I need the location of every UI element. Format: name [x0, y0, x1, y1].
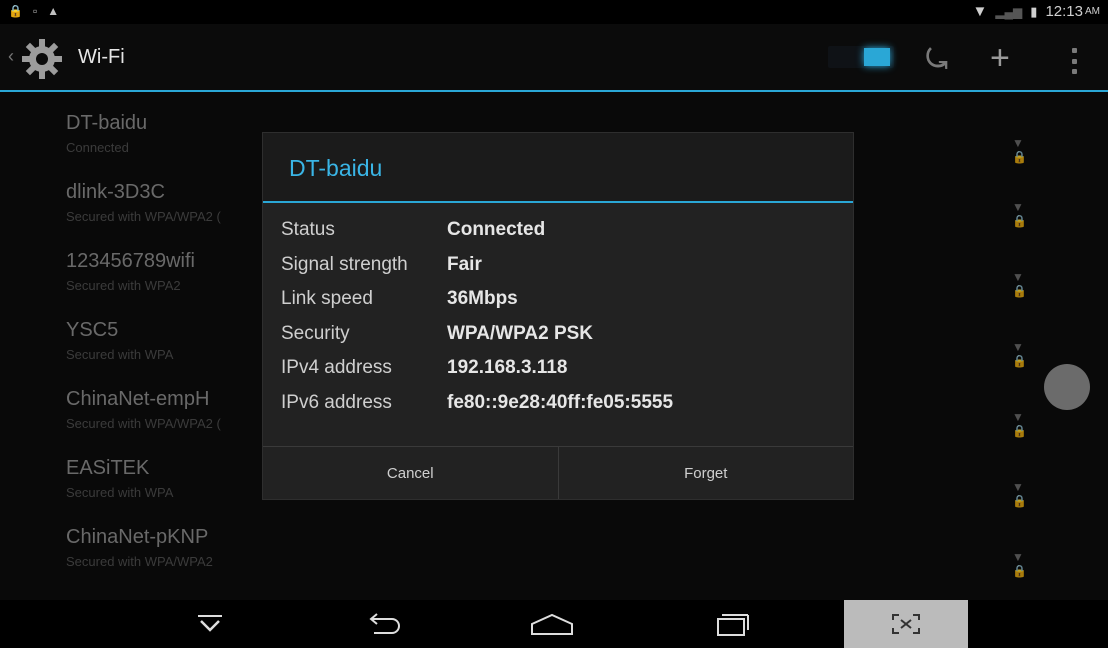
cell-signal-icon: ▂▄▆	[995, 4, 1023, 19]
dialog-body: Status Connected Signal strength Fair Li…	[263, 203, 853, 420]
hide-keyboard-button[interactable]	[180, 608, 240, 640]
clock-time: 12:13	[1045, 3, 1083, 20]
toggle-knob	[864, 48, 890, 66]
detail-value: fe80::9e28:40ff:fe05:5555	[447, 391, 674, 413]
detail-row-ipv6: IPv6 address fe80::9e28:40ff:fe05:5555	[263, 386, 853, 421]
status-system: ▼ ▂▄▆ ▮ 12:13 AM	[972, 3, 1100, 20]
detail-row-signal-strength: Signal strength Fair	[263, 248, 853, 283]
settings-gear-icon[interactable]	[20, 37, 64, 81]
home-icon	[531, 613, 573, 635]
detail-row-ipv4: IPv4 address 192.168.3.118	[263, 351, 853, 386]
network-details-dialog: DT-baidu Status Connected Signal strengt…	[262, 132, 854, 500]
overflow-menu-icon[interactable]	[1072, 48, 1078, 74]
dialog-buttons: Cancel Forget	[263, 446, 853, 499]
detail-value: Fair	[447, 253, 482, 275]
back-arrow-icon	[369, 613, 400, 634]
detail-label: IPv4 address	[281, 357, 392, 379]
recent-apps-icon	[717, 614, 749, 636]
navigation-bar	[0, 600, 1108, 648]
screenshot-button[interactable]	[844, 600, 968, 648]
detail-label: Security	[281, 322, 350, 344]
detail-label: Signal strength	[281, 253, 408, 275]
detail-row-link-speed: Link speed 36Mbps	[263, 282, 853, 317]
screen-notification-icon: ▫	[32, 4, 38, 18]
back-button[interactable]	[354, 608, 414, 640]
recent-apps-button[interactable]	[702, 608, 762, 640]
page-title: Wi-Fi	[78, 46, 125, 68]
status-bar: 🔒 ▫ ▲ ▼ ▂▄▆ ▮ 12:13 AM	[0, 0, 1108, 24]
action-bar: ‹ Wi-Fi ⤿ +	[0, 24, 1108, 92]
detail-value: WPA/WPA2 PSK	[447, 322, 594, 344]
detail-row-status: Status Connected	[263, 213, 853, 248]
detail-value: 192.168.3.118	[447, 357, 568, 379]
detail-label: Status	[281, 219, 335, 241]
detail-row-security: Security WPA/WPA2 PSK	[263, 317, 853, 352]
clock-ampm: AM	[1085, 6, 1100, 17]
home-button[interactable]	[522, 608, 582, 640]
lock-notification-icon: 🔒	[8, 4, 23, 18]
forget-button[interactable]: Forget	[557, 447, 854, 499]
cancel-button[interactable]: Cancel	[263, 447, 558, 499]
dialog-title: DT-baidu	[263, 133, 853, 203]
detail-value: 36Mbps	[447, 288, 518, 310]
detail-label: IPv6 address	[281, 391, 392, 413]
screenshot-icon	[892, 614, 920, 634]
add-network-icon[interactable]: +	[990, 39, 1010, 78]
back-chevron-icon[interactable]: ‹	[8, 46, 14, 67]
battery-icon: ▮	[1030, 3, 1038, 19]
wifi-toggle-switch[interactable]	[828, 46, 894, 68]
chevron-down-icon	[198, 615, 222, 632]
detail-value: Connected	[447, 219, 546, 241]
detail-label: Link speed	[281, 288, 373, 310]
status-notifications: 🔒 ▫ ▲	[8, 4, 59, 18]
wps-icon[interactable]: ⤿	[926, 44, 948, 76]
warning-notification-icon: ▲	[47, 4, 60, 18]
wifi-signal-icon: ▼	[972, 3, 988, 20]
